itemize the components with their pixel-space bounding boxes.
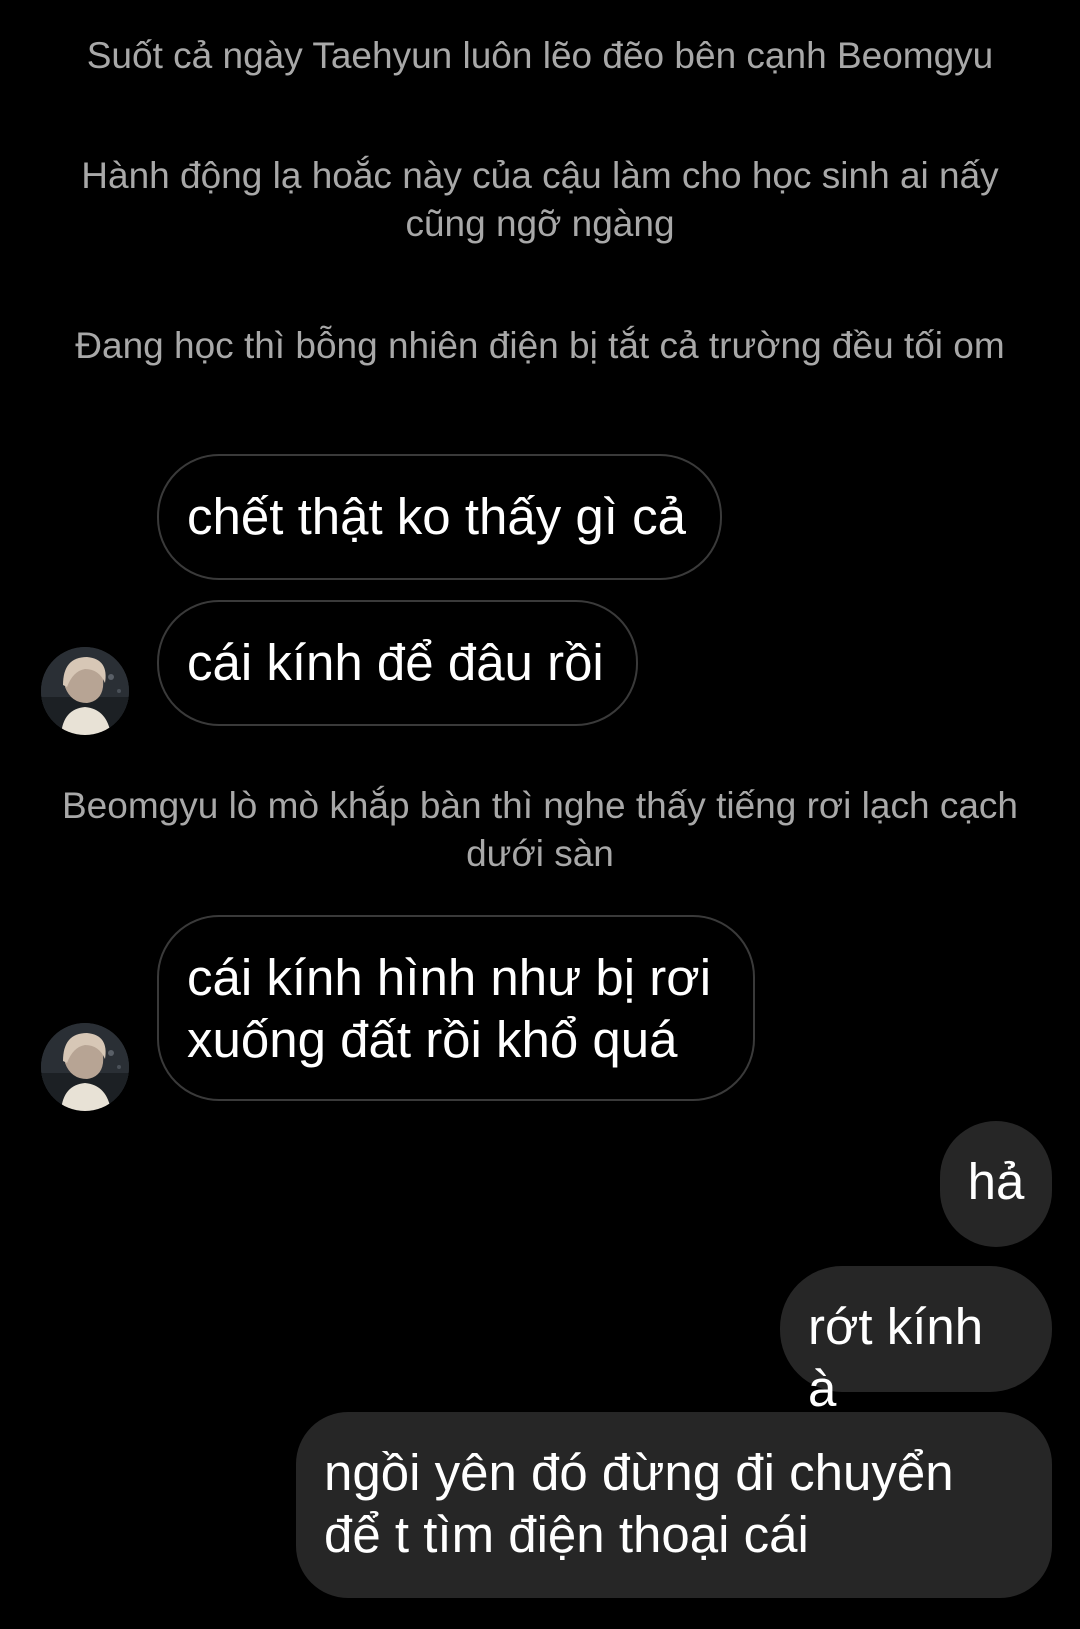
message-text: rớt kính à bbox=[808, 1298, 984, 1417]
narration-text: Đang học thì bỗng nhiên điện bị tắt cả t… bbox=[75, 325, 1005, 366]
message-text: hả bbox=[967, 1153, 1025, 1210]
outgoing-message-bubble[interactable]: ngồi yên đó đừng đi chuyển để t tìm điện… bbox=[296, 1412, 1052, 1598]
outgoing-message-bubble[interactable]: hả bbox=[940, 1121, 1052, 1247]
message-text: cái kính để đâu rồi bbox=[187, 634, 604, 691]
incoming-message-bubble[interactable]: cái kính để đâu rồi bbox=[157, 600, 638, 726]
outgoing-message-bubble[interactable]: rớt kính à bbox=[780, 1266, 1052, 1417]
profile-photo-avatar-icon bbox=[41, 1023, 129, 1111]
message-text: cái kính hình như bị rơi xuống đất rồi k… bbox=[187, 949, 712, 1068]
narration-text: Beomgyu lò mò khắp bàn thì nghe thấy tiế… bbox=[61, 785, 1018, 874]
sender-avatar[interactable] bbox=[41, 1023, 129, 1111]
incoming-message-bubble[interactable]: cái kính hình như bị rơi xuống đất rồi k… bbox=[157, 915, 755, 1101]
incoming-message-bubble[interactable]: chết thật ko thấy gì cả bbox=[157, 454, 722, 580]
profile-photo-avatar-icon bbox=[41, 647, 129, 735]
message-text: ngồi yên đó đừng đi chuyển để t tìm điện… bbox=[324, 1444, 954, 1563]
sender-avatar[interactable] bbox=[41, 647, 129, 735]
message-text: chết thật ko thấy gì cả bbox=[187, 488, 686, 545]
narration-text: Hành động lạ hoắc này của cậu làm cho họ… bbox=[81, 155, 999, 244]
narration-text: Suốt cả ngày Taehyun luôn lẽo đẽo bên cạ… bbox=[86, 35, 994, 76]
